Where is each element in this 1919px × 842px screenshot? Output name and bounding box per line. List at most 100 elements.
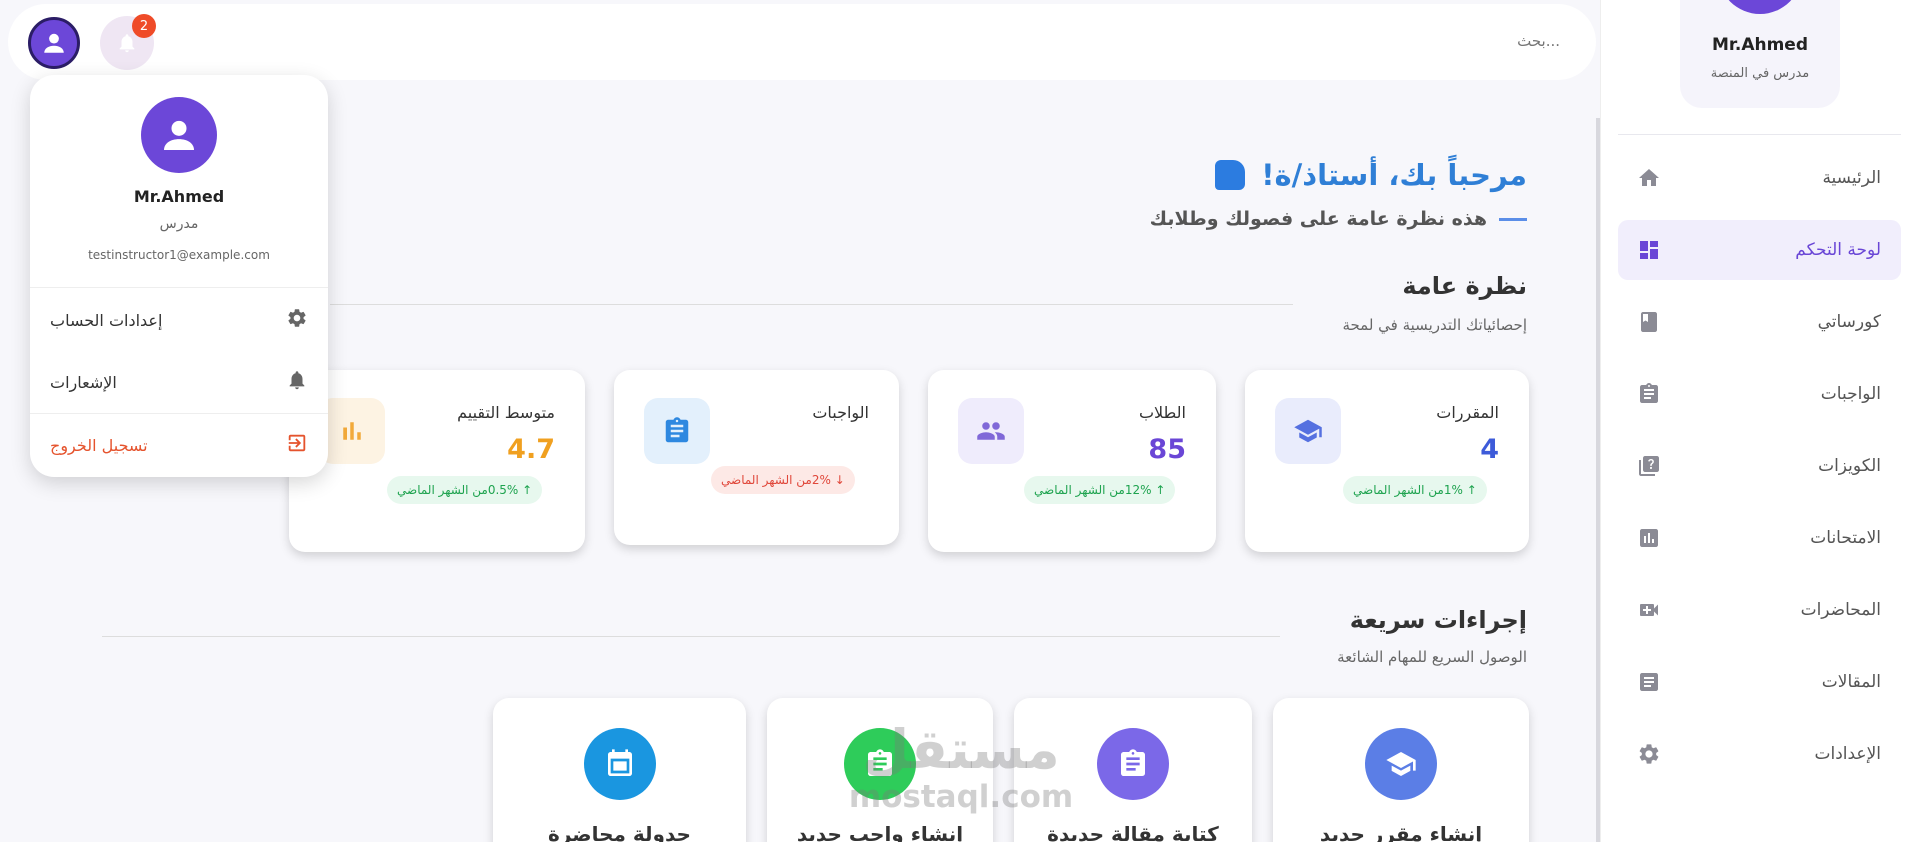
stat-change: ↑ 0.5%من الشهر الماضي <box>387 476 543 504</box>
sidebar-item-label: المحاضرات <box>1800 600 1881 620</box>
logout-icon <box>286 432 308 458</box>
sidebar-item-exams[interactable]: الامتحانات <box>1618 508 1901 568</box>
quick-action-label: إنشاء واجب جديد <box>796 822 964 842</box>
watermark: مستقل mostaql.com <box>846 718 1076 815</box>
users-icon <box>958 398 1024 464</box>
stat-card-courses[interactable]: المقررات 4 ↑ 1%من الشهر الماضي <box>1245 370 1529 552</box>
stat-change: ↑ 1%من الشهر الماضي <box>1343 476 1487 504</box>
overview-subtitle: إحصائياتك التدريسية في لمحة <box>1342 316 1527 334</box>
chart-icon <box>1636 525 1662 551</box>
sidebar-item-label: الكويزات <box>1818 456 1881 476</box>
clipboard-icon <box>1636 381 1662 407</box>
stat-value: 85 <box>1148 434 1186 465</box>
sidebar-item-home[interactable]: الرئيسية <box>1618 148 1901 208</box>
stat-label: متوسط التقييم <box>457 403 555 422</box>
menu-item-label: إعدادات الحساب <box>50 310 163 330</box>
sidebar-item-label: المقالات <box>1821 672 1881 692</box>
schedule-lecture-button[interactable]: جدولة محاضرة <box>493 698 746 842</box>
profile-role: مدرس في المنصة <box>1710 66 1810 81</box>
stat-value: 4 <box>1480 434 1499 465</box>
sidebar-item-label: الواجبات <box>1820 384 1881 404</box>
sidebar-item-assignments[interactable]: الواجبات <box>1618 364 1901 424</box>
user-dropdown-menu: Mr.Ahmed مدرس testinstructor1@example.co… <box>30 75 328 477</box>
dropdown-divider <box>30 413 328 414</box>
logout-menu-item[interactable]: تسجيل الخروج <box>30 420 328 470</box>
sidebar-nav: الرئيسية لوحة التحكم كورساتي الواجبات ال… <box>1618 148 1901 796</box>
quick-actions-title: إجراءات سريعة <box>1349 606 1527 634</box>
article-icon <box>1636 669 1662 695</box>
bar-chart-icon <box>319 398 385 464</box>
sidebar-item-label: الامتحانات <box>1810 528 1881 548</box>
search-input[interactable] <box>960 32 1560 50</box>
user-icon <box>164 120 194 150</box>
accent-bar <box>1499 217 1527 221</box>
stat-change: ↓ 2%من الشهر الماضي <box>711 466 855 494</box>
sidebar-item-quizzes[interactable]: الكويزات <box>1618 436 1901 496</box>
gear-icon <box>286 307 308 333</box>
quick-action-label: جدولة محاضرة <box>548 822 691 842</box>
dashboard-icon <box>1636 237 1662 263</box>
profile-name: Mr.Ahmed <box>1711 35 1808 55</box>
calendar-icon <box>583 728 656 800</box>
stat-card-students[interactable]: الطلاب 85 ↑ 12%من الشهر الماضي <box>928 370 1216 552</box>
graduation-cap-icon <box>1275 398 1341 464</box>
stat-card-rating[interactable]: متوسط التقييم 4.7 ↑ 0.5%من الشهر الماضي <box>289 370 585 552</box>
stat-label: الطلاب <box>1138 403 1186 422</box>
dropdown-user-role: مدرس <box>159 216 199 232</box>
sidebar-item-label: لوحة التحكم <box>1795 240 1881 260</box>
notification-badge: 2 <box>132 14 156 38</box>
sidebar-item-dashboard[interactable]: لوحة التحكم <box>1618 220 1901 280</box>
clipboard-icon <box>1097 728 1169 800</box>
sidebar: Mr.Ahmed مدرس في المنصة الرئيسية لوحة ال… <box>1600 0 1919 842</box>
account-settings-menu-item[interactable]: إعدادات الحساب <box>30 295 328 345</box>
sidebar-item-settings[interactable]: الإعدادات <box>1618 724 1901 784</box>
clipboard-icon <box>644 398 710 464</box>
menu-item-label: تسجيل الخروج <box>50 435 148 455</box>
dropdown-divider <box>30 287 328 288</box>
welcome-header: مرحباً بك، أستاذ/ة! <box>1215 158 1527 192</box>
main-scrollbar[interactable] <box>1596 118 1600 842</box>
sidebar-profile-card: Mr.Ahmed مدرس في المنصة <box>1680 0 1840 108</box>
page-title: مرحباً بك، أستاذ/ة! <box>1261 158 1527 192</box>
sidebar-item-articles[interactable]: المقالات <box>1618 652 1901 712</box>
bell-icon <box>119 34 135 53</box>
sidebar-item-label: الرئيسية <box>1822 168 1881 188</box>
quick-actions-subtitle: الوصول السريع للمهام الشائعة <box>1337 648 1527 666</box>
overview-divider <box>330 304 1293 305</box>
avatar <box>141 97 217 173</box>
welcome-subtitle: هذه نظرة عامة على فصولك وطلابك <box>1150 208 1527 230</box>
sidebar-item-label: الإعدادات <box>1814 744 1881 764</box>
video-icon <box>1636 597 1662 623</box>
overview-title: نظرة عامة <box>1402 272 1527 300</box>
graduation-cap-icon <box>1365 728 1437 800</box>
create-course-button[interactable]: إنشاء مقرر جديد <box>1273 698 1529 842</box>
watermark-domain: mostaql.com <box>848 779 1074 815</box>
subtitle-text: هذه نظرة عامة على فصولك وطلابك <box>1149 208 1487 230</box>
quiz-icon <box>1636 453 1662 479</box>
stat-label: المقررات <box>1436 403 1499 422</box>
sidebar-item-label: كورساتي <box>1817 312 1881 332</box>
dropdown-user-email: testinstructor1@example.com <box>88 248 270 262</box>
topbar: 2 <box>8 4 1596 80</box>
stat-label: الواجبات <box>812 403 869 422</box>
user-icon <box>44 33 64 53</box>
notifications-menu-item[interactable]: الإشعارات <box>30 357 328 407</box>
notifications-button[interactable]: 2 <box>100 14 156 70</box>
home-icon <box>1636 165 1662 191</box>
quick-action-label: كتابة مقالة جديدة <box>1047 822 1219 842</box>
user-avatar-button[interactable] <box>28 17 80 69</box>
watermark-brand: مستقل <box>862 718 1060 781</box>
bell-icon <box>286 369 308 395</box>
sidebar-item-lectures[interactable]: المحاضرات <box>1618 580 1901 640</box>
sidebar-item-courses[interactable]: كورساتي <box>1618 292 1901 352</box>
quick-action-label: إنشاء مقرر جديد <box>1319 822 1483 842</box>
quick-actions-divider <box>102 636 1280 637</box>
stat-card-assignments[interactable]: الواجبات ↓ 2%من الشهر الماضي <box>614 370 899 545</box>
avatar <box>1718 0 1802 14</box>
book-icon <box>1636 309 1662 335</box>
menu-item-label: الإشعارات <box>50 372 117 392</box>
sidebar-divider <box>1618 134 1901 135</box>
pencil-icon <box>1215 160 1246 190</box>
stat-change: ↑ 12%من الشهر الماضي <box>1024 476 1176 504</box>
stat-value: 4.7 <box>507 434 555 465</box>
